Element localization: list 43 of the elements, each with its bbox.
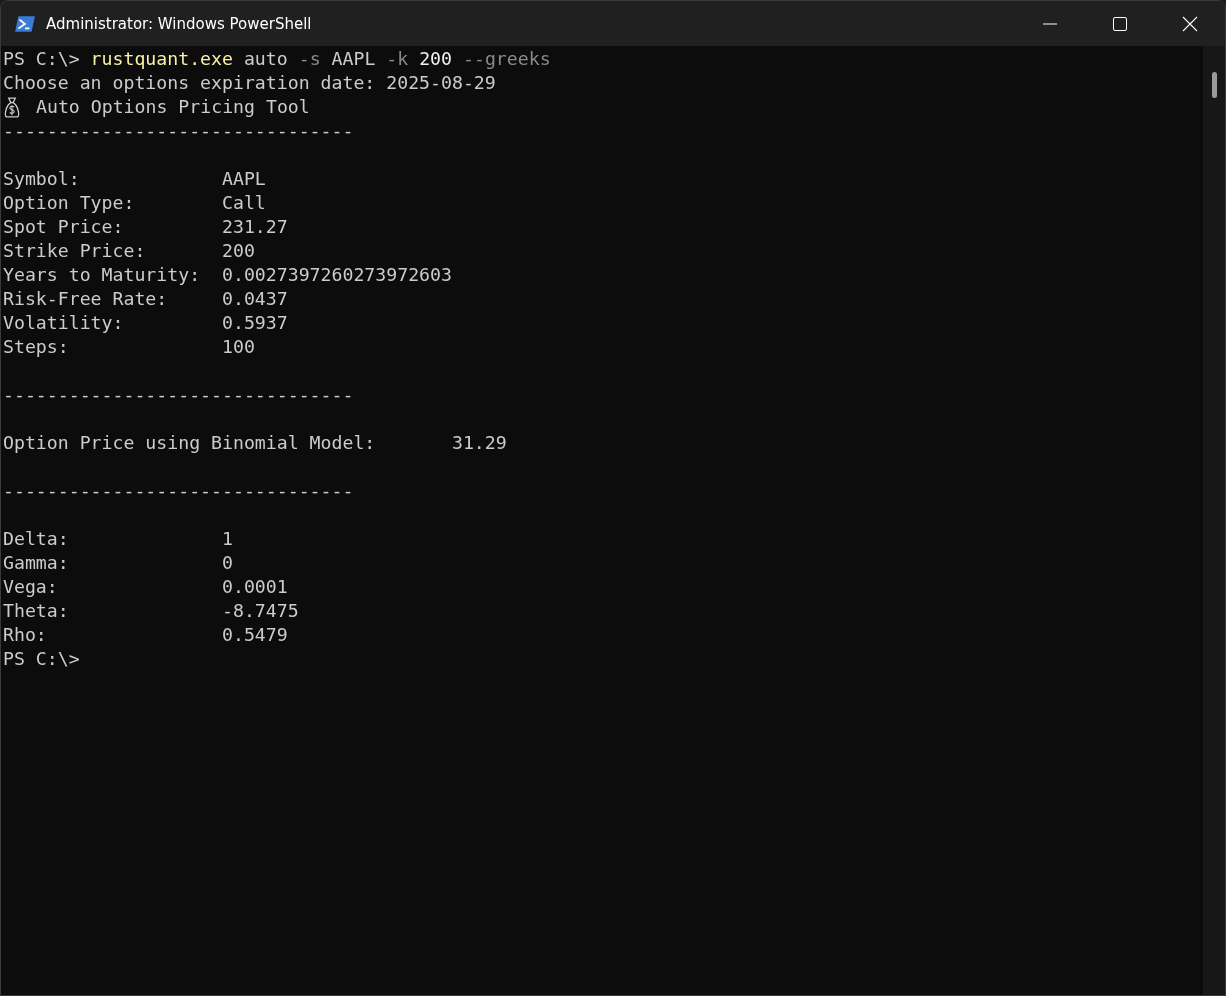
field-label: Steps: [3, 335, 70, 359]
field-value: 200 [222, 239, 255, 263]
dashed-rule-text: -------------------------------- [3, 479, 354, 503]
money-bag-icon [3, 96, 21, 118]
field-label: Delta: [3, 527, 70, 551]
minimize-icon [1042, 22, 1058, 25]
command-line: PS C:\> rustquant.exe auto -s AAPL -k 200 --greeks [3, 47, 551, 71]
field-label: Risk-Free Rate: [3, 287, 169, 311]
field-value: AAPL [222, 167, 266, 191]
field-value: 0.0437 [222, 287, 288, 311]
field-label: Theta: [3, 599, 70, 623]
field-value: 0.0027397260273972603 [222, 263, 452, 287]
field-label: Strike Price: [3, 239, 147, 263]
field-label: Symbol: [3, 167, 81, 191]
field-label: Option Type: [3, 191, 136, 215]
field-label: Vega: [3, 575, 59, 599]
result-value: 31.29 [451, 431, 507, 455]
field-value: Call [222, 191, 266, 215]
field-label: Years to Maturity: [3, 263, 202, 287]
field-label: Gamma: [3, 551, 70, 575]
maximize-icon [1112, 15, 1128, 32]
field-value: 100 [222, 335, 255, 359]
field-label: Spot Price: [3, 215, 125, 239]
powershell-icon [14, 14, 36, 33]
close-icon [1182, 15, 1198, 32]
dashed-rule-text: -------------------------------- [3, 119, 354, 143]
field-value: 0.5479 [222, 623, 288, 647]
result-label: Option Price using Binomial Model: [3, 431, 377, 455]
scrollbar-thumb[interactable] [1211, 72, 1217, 98]
prompt-text: PS C:\> [3, 647, 80, 671]
field-label: Volatility: [3, 311, 125, 335]
field-value: 1 [222, 527, 233, 551]
field-label: Rho: [3, 623, 48, 647]
window-title: Administrator: Windows PowerShell [46, 14, 312, 33]
field-value: 231.27 [222, 215, 288, 239]
field-value: 0 [222, 551, 233, 575]
scrollbar[interactable] [1203, 46, 1225, 995]
field-value: -8.7475 [222, 599, 299, 623]
dashed-rule-text: -------------------------------- [3, 383, 354, 407]
output-text: Choose an options expiration date: 2025-08-29 [3, 71, 496, 95]
field-value: 0.5937 [222, 311, 288, 335]
heading-text: Auto Options Pricing Tool [36, 95, 310, 119]
field-value: 0.0001 [222, 575, 288, 599]
